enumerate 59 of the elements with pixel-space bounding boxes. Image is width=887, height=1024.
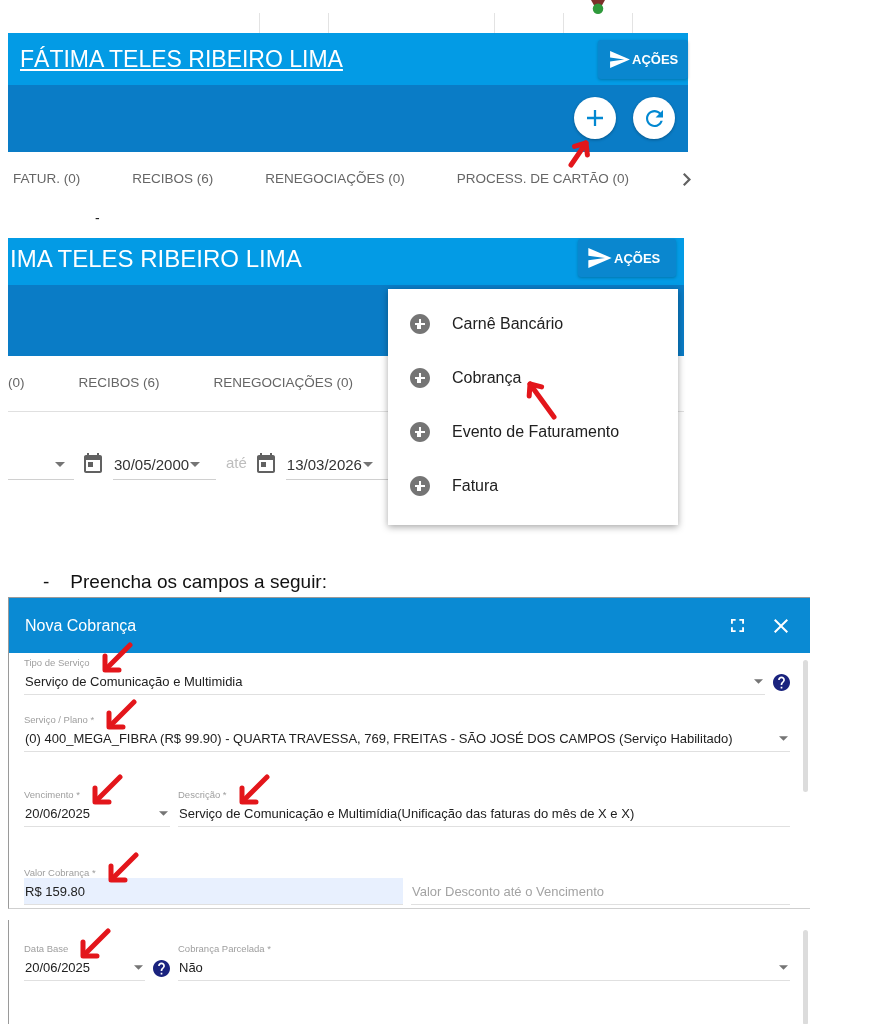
actions-button[interactable]: AÇÕES [598,40,688,79]
close-icon [774,618,788,633]
date-field[interactable]: 20/06/2025 [24,954,145,981]
scrollbar[interactable] [803,660,808,792]
tab[interactable]: RECIBOS (6) [78,374,160,393]
next-button[interactable] [683,173,691,186]
field-label: Data Base [24,942,69,954]
tab[interactable]: FATUR. (0) [13,170,81,189]
instruction-text: Preencha os campos a seguir: [70,571,327,593]
menu-item[interactable]: Evento de Faturamento [388,405,678,459]
caret-icon [159,811,168,816]
select-field[interactable]: Serviço de Comunicação e Multimidia [24,668,765,695]
refresh-icon [645,109,663,127]
menu-item[interactable]: Cobrança [388,351,678,405]
field-label: Vencimento * [24,788,80,800]
plus-icon [587,110,603,126]
help-icon[interactable] [773,674,790,691]
help-icon[interactable] [153,960,170,977]
caret-icon [779,965,788,970]
add-button[interactable] [574,97,616,139]
caret-icon [134,965,143,970]
menu-item[interactable]: Fatura [388,459,678,513]
send-icon [588,248,612,268]
scrollbar[interactable] [803,930,808,1024]
marker-icon [591,0,605,14]
tab[interactable]: (0) [8,374,25,393]
caret-icon [190,462,201,467]
calendar-icon[interactable] [256,453,275,473]
field-label: Valor Cobrança * [24,866,96,878]
caret-icon [362,462,373,467]
date-field[interactable]: 20/06/2025 [24,800,170,827]
tab[interactable]: RENEGOCIAÇÕES (0) [265,170,405,189]
range-label: até [226,453,247,473]
tab[interactable]: RENEGOCIAÇÕES (0) [213,374,354,393]
text-field[interactable]: R$ 159.80 [24,878,403,905]
field-label: Cobrança Parcelada * [178,942,271,954]
list-bullet: - [95,210,100,226]
refresh-button[interactable] [633,97,675,139]
send-icon [610,51,630,68]
list-bullet: - [43,571,50,593]
date-field[interactable]: 30/05/2000 [113,450,216,480]
customer-name: IMA TELES RIBEIRO LIMA [9,244,302,273]
chevron-right-icon [683,173,691,186]
dialog-title: Nova Cobrança [25,616,137,635]
menu-item[interactable]: Carnê Bancário [388,297,678,351]
caret-icon [779,736,788,741]
field-label: Descrição * [178,788,227,800]
caret-icon [754,679,763,684]
tab[interactable]: RECIBOS (6) [132,170,214,189]
field-label: Tipo de Serviço [24,656,90,668]
text-field[interactable]: Serviço de Comunicação e Multimídia(Unificação das faturas do mês de X e X) [178,800,790,827]
caret-icon [55,462,65,467]
select-field[interactable]: Não [178,954,790,981]
select-field[interactable]: (0) 400_MEGA_FIBRA (R$ 99.90) - QUARTA TRAVESSA, 769, FREITAS - SÃO JOSÉ DOS CAMPOS (Serviço Habilitado) [24,725,790,752]
fullscreen-icon [730,619,744,632]
tab[interactable]: PROCESS. DE CARTÃO (0) [456,170,630,189]
field-label: Serviço / Plano * [24,713,95,725]
calendar-icon[interactable] [84,453,102,473]
actions-button[interactable]: AÇÕES [578,239,676,277]
